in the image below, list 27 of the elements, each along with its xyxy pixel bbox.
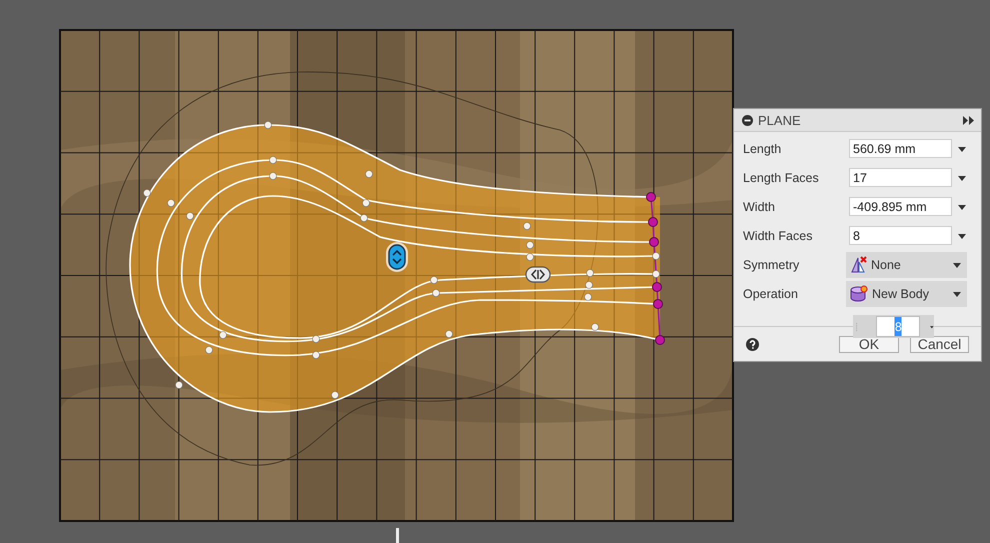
caret-icon[interactable] <box>953 290 961 298</box>
cylinder-icon <box>850 285 868 302</box>
caret-icon[interactable] <box>958 232 966 240</box>
field-label: Width Faces <box>743 228 814 242</box>
symmetry-icon <box>850 256 867 273</box>
input-field[interactable]: 560.69 mm <box>849 139 952 158</box>
field-label: Symmetry <box>743 258 800 272</box>
dropdown[interactable]: New Body <box>846 280 967 306</box>
dropdown[interactable]: None <box>846 252 967 278</box>
field-label: Length <box>743 142 782 156</box>
input-field[interactable]: -409.895 mm <box>849 197 952 216</box>
dialog-title: PLANE <box>758 112 802 128</box>
horizontal-handle-icon[interactable] <box>525 266 551 283</box>
field-label: Width <box>743 200 776 214</box>
field-label: Operation <box>743 286 799 300</box>
help-icon[interactable] <box>746 338 759 350</box>
axis-tick <box>396 528 399 543</box>
field-label: Length Faces <box>743 170 820 184</box>
caret-icon[interactable] <box>958 144 966 152</box>
caret-icon[interactable] <box>953 260 961 268</box>
input-field[interactable]: 8 <box>849 226 952 245</box>
caret-icon[interactable] <box>958 174 966 182</box>
expand-icon[interactable] <box>963 116 975 124</box>
caret-icon[interactable] <box>958 202 966 210</box>
input-field[interactable]: 17 <box>849 168 952 187</box>
collapse-icon[interactable] <box>742 114 753 126</box>
cancel-button[interactable]: Cancel <box>910 336 969 352</box>
